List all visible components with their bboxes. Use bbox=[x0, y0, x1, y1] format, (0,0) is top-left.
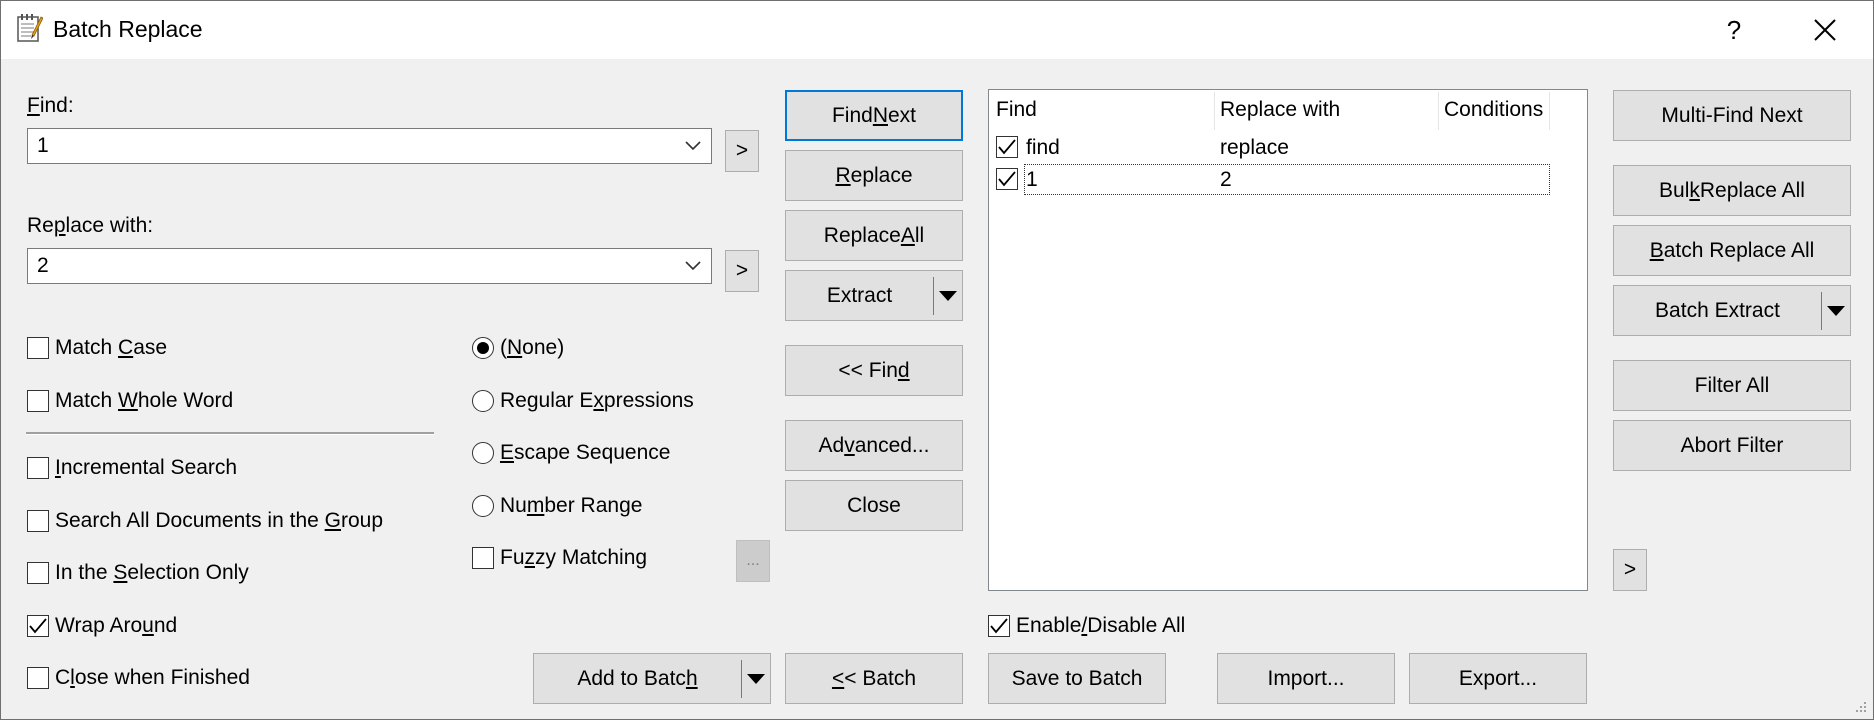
batch-extract-button[interactable]: Batch Extract bbox=[1614, 286, 1821, 335]
check-icon bbox=[29, 618, 47, 634]
checkbox-box bbox=[27, 562, 49, 584]
separator bbox=[26, 432, 434, 435]
column-header-replace[interactable]: Replace with bbox=[1220, 98, 1340, 122]
checkbox-label: Match Whole Word bbox=[55, 389, 234, 412]
checkbox-label: Incremental Search bbox=[55, 456, 238, 479]
incremental-search-checkbox[interactable]: Incremental Search bbox=[27, 456, 237, 480]
mode-escape-radio[interactable]: Escape Sequence bbox=[472, 441, 670, 465]
column-header-conditions[interactable]: Conditions bbox=[1444, 98, 1543, 122]
multi-find-next-button[interactable]: Multi-Find Next bbox=[1613, 90, 1851, 141]
title-bar bbox=[0, 0, 1874, 59]
filter-all-button[interactable]: Filter All bbox=[1613, 360, 1851, 411]
check-icon bbox=[990, 618, 1008, 634]
mode-regex-radio[interactable]: Regular Expressions bbox=[472, 389, 694, 413]
fuzzy-matching-checkbox[interactable]: Fuzzy Matching bbox=[472, 546, 647, 570]
mode-none-radio[interactable]: (None) bbox=[472, 336, 564, 360]
help-button[interactable]: ? bbox=[1711, 10, 1757, 50]
close-when-finished-checkbox[interactable]: Close when Finished bbox=[27, 666, 250, 690]
checkbox-label: Search All Documents in the Group bbox=[55, 509, 384, 532]
find-toggle-button[interactable]: << Fin d bbox=[785, 345, 963, 396]
column-header-find[interactable]: Find bbox=[996, 98, 1037, 122]
checkbox-box bbox=[988, 615, 1010, 637]
radio-circle bbox=[472, 390, 494, 412]
dropdown-arrow-icon[interactable] bbox=[1822, 286, 1850, 335]
advanced-button[interactable]: Ad v anced... bbox=[785, 420, 963, 471]
batch-replace-all-button[interactable]: Batch Replace All bbox=[1613, 225, 1851, 276]
cell-replace: 2 bbox=[1220, 168, 1232, 191]
check-icon bbox=[998, 171, 1016, 187]
batch-toggle-button[interactable]: < < Batch bbox=[785, 653, 963, 704]
checkbox-box bbox=[472, 547, 494, 569]
mode-number-range-radio[interactable]: Number Range bbox=[472, 494, 642, 518]
replace-button[interactable]: Replace bbox=[785, 150, 963, 201]
check-icon bbox=[998, 139, 1016, 155]
batch-list[interactable]: Find Replace with Conditions find replac… bbox=[988, 89, 1588, 591]
checkbox-label: Fuzzy Matching bbox=[500, 546, 648, 569]
radio-circle bbox=[472, 337, 494, 359]
selection-only-checkbox[interactable]: In the Selection Only bbox=[27, 561, 249, 585]
checkbox-label: In the Selection Only bbox=[55, 561, 249, 584]
radio-label: (None) bbox=[500, 336, 565, 359]
find-combo[interactable]: 1 bbox=[27, 128, 712, 164]
cell-find: 1 bbox=[1026, 168, 1038, 191]
row-checkbox[interactable] bbox=[996, 136, 1018, 158]
replace-combo[interactable]: 2 bbox=[27, 248, 712, 284]
chevron-down-icon[interactable] bbox=[675, 141, 711, 151]
chevron-down-icon[interactable] bbox=[675, 261, 711, 271]
row-checkbox[interactable] bbox=[996, 168, 1018, 190]
radio-label: Regular Expressions bbox=[500, 389, 694, 412]
resize-grip-icon[interactable] bbox=[1854, 700, 1868, 714]
find-value: 1 bbox=[37, 134, 49, 157]
export-button[interactable]: Export... bbox=[1409, 653, 1587, 704]
replace-all-button[interactable]: Replace All bbox=[785, 210, 963, 261]
wrap-around-checkbox[interactable]: Wrap Around bbox=[27, 614, 177, 638]
checkbox-box bbox=[27, 615, 49, 637]
replace-expand-button[interactable]: > bbox=[725, 250, 759, 292]
close-icon[interactable] bbox=[1802, 10, 1848, 50]
extract-button[interactable]: Extract bbox=[786, 271, 933, 320]
replace-value: 2 bbox=[37, 254, 49, 277]
radio-label: Number Range bbox=[500, 494, 643, 517]
find-next-button[interactable]: Find Next bbox=[785, 90, 963, 141]
checkbox-label: Close when Finished bbox=[55, 666, 250, 689]
cell-find: find bbox=[1026, 136, 1060, 159]
replace-label: Replace with: bbox=[27, 214, 154, 237]
checkbox-label: Enable/Disable All bbox=[1016, 614, 1186, 637]
batch-extract-split-button[interactable]: Batch Extract bbox=[1613, 285, 1851, 336]
checkbox-box bbox=[27, 510, 49, 532]
search-all-documents-checkbox[interactable]: Search All Documents in the Group bbox=[27, 509, 383, 533]
checkbox-label: Wrap Around bbox=[55, 614, 178, 637]
dropdown-arrow-icon[interactable] bbox=[742, 654, 770, 703]
radio-circle bbox=[472, 495, 494, 517]
checkbox-box bbox=[27, 390, 49, 412]
match-case-checkbox[interactable]: Match Case bbox=[27, 336, 167, 360]
dropdown-arrow-icon[interactable] bbox=[934, 271, 962, 320]
checkbox-box bbox=[27, 337, 49, 359]
radio-label: Escape Sequence bbox=[500, 441, 671, 464]
fuzzy-options-button[interactable]: ... bbox=[736, 540, 770, 582]
enable-disable-all-checkbox[interactable]: Enable/Disable All bbox=[988, 614, 1185, 638]
more-options-button[interactable]: > bbox=[1613, 549, 1647, 591]
find-label: Find: bbox=[27, 94, 74, 117]
find-expand-button[interactable]: > bbox=[725, 130, 759, 172]
focus-rectangle bbox=[1024, 164, 1550, 195]
radio-circle bbox=[472, 442, 494, 464]
bulk-replace-all-button[interactable]: Bul k Replace All bbox=[1613, 165, 1851, 216]
save-to-batch-button[interactable]: Save to Batch bbox=[988, 653, 1166, 704]
import-button[interactable]: Import... bbox=[1217, 653, 1395, 704]
notepad-icon bbox=[17, 14, 43, 42]
extract-split-button[interactable]: Extract bbox=[785, 270, 963, 321]
checkbox-box bbox=[27, 457, 49, 479]
cell-replace: replace bbox=[1220, 136, 1289, 159]
checkbox-label: Match Case bbox=[55, 336, 168, 359]
table-row[interactable]: 1 2 bbox=[994, 164, 1579, 196]
add-to-batch-split-button[interactable]: Add to Batc h bbox=[533, 653, 771, 704]
window-title: Batch Replace bbox=[53, 16, 203, 42]
close-button[interactable]: Close bbox=[785, 480, 963, 531]
match-whole-word-checkbox[interactable]: Match Whole Word bbox=[27, 389, 233, 413]
checkbox-box bbox=[27, 667, 49, 689]
add-to-batch-button[interactable]: Add to Batc h bbox=[534, 654, 741, 703]
table-row[interactable]: find replace bbox=[994, 132, 1579, 164]
abort-filter-button[interactable]: Abort Filter bbox=[1613, 420, 1851, 471]
